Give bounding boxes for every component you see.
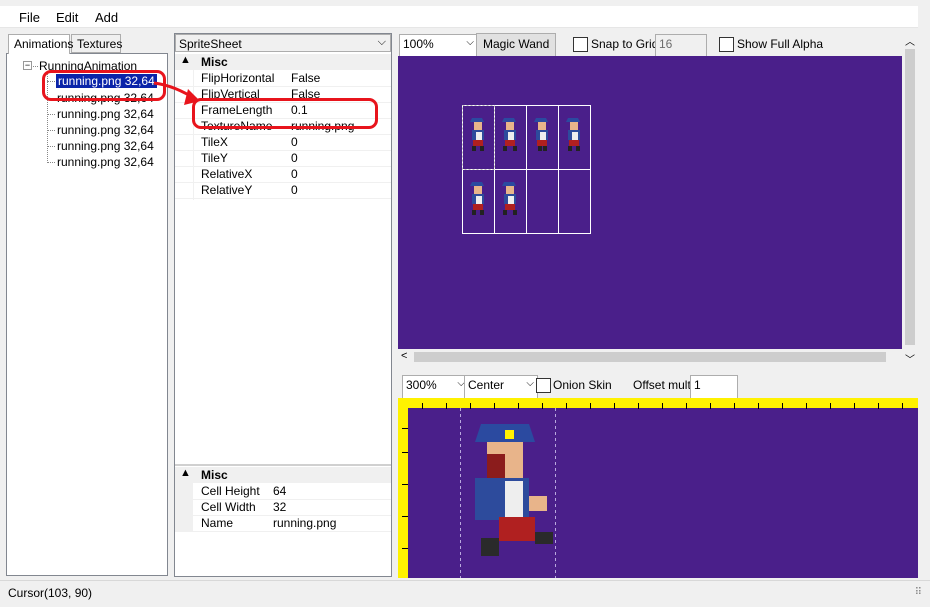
menu-bar: File Edit Add [0,6,918,28]
object-selector-value: SpriteSheet [179,37,242,51]
property-name: TileY [201,151,228,165]
property-value[interactable]: 0 [291,183,298,197]
cursor-position: Cursor(103, 90) [8,586,93,600]
resize-grip-icon[interactable]: ⠿ [915,587,922,598]
sprite-frames [470,118,580,215]
chevron-down-icon: ⌵ [377,36,386,48]
property-row[interactable]: TileX 0 [175,134,391,151]
horizontal-ruler [398,398,918,409]
zoom-value: 100% [403,37,434,51]
property-value[interactable]: False [291,71,320,85]
texture-canvas[interactable] [398,56,902,349]
horizontal-scrollbar[interactable]: < [398,349,902,365]
show-full-alpha-label: Show Full Alpha [737,37,824,51]
tree-item[interactable]: running.png 32,64 [57,139,154,153]
ruler-ticks [402,428,408,549]
chevron-down-icon: ⌵ [466,37,474,48]
vertical-scrollbar[interactable]: ︿ ﹀ [902,33,918,366]
snap-to-grid-label: Snap to Grid [591,37,659,51]
scroll-down-icon[interactable]: ﹀ [905,351,915,366]
property-name: FlipHorizontal [201,71,275,85]
sprite-frame [566,118,580,151]
property-value[interactable]: 0 [291,167,298,181]
property-value[interactable]: 0 [291,151,298,165]
sprite-frame [470,118,484,151]
annotation-highlight-framelength [192,98,378,129]
category-label: Misc [201,468,228,482]
animation-tree[interactable]: − RunningAnimation running.png 32,64 run… [6,53,168,576]
sprite-sheet-view [462,105,591,234]
tab-animations[interactable]: Animations [8,34,73,54]
collapse-icon[interactable]: ▲ [180,54,191,66]
sprite-frame [470,182,484,215]
property-name: RelativeY [201,183,253,197]
collapse-icon[interactable]: − [23,61,32,70]
offset-mult-value: 1 [694,378,701,392]
offset-mult-label: Offset mult: [633,378,695,392]
grid-size-value: 16 [659,37,673,51]
sprite-frame [534,118,548,151]
menu-edit[interactable]: Edit [56,10,78,25]
property-name: Name [201,516,234,530]
menu-add[interactable]: Add [95,10,118,25]
onion-skin-checkbox[interactable] [536,378,551,393]
object-selector[interactable]: SpriteSheet ⌵ [175,34,391,52]
sprite-frame [502,182,517,215]
scroll-thumb[interactable] [905,49,915,345]
property-name: Cell Width [201,500,256,514]
category-header[interactable]: ▲ Misc [175,467,391,483]
property-row[interactable]: TileY 0 [175,150,391,167]
property-row[interactable]: Name running.png [175,515,391,532]
status-bar: Cursor(103, 90) ⠿ [0,580,930,607]
property-name: Cell Height [201,484,260,498]
annotation-highlight-tree-item [42,70,166,101]
menu-file[interactable]: File [19,10,40,25]
property-row[interactable]: Cell Height 64 [175,483,391,500]
property-name: TileX [201,135,228,149]
tree-item[interactable]: running.png 32,64 [57,155,154,169]
property-value[interactable]: 0 [291,135,298,149]
scroll-up-icon[interactable]: ︿ [905,33,915,48]
collapse-icon[interactable]: ▲ [180,467,191,479]
property-value[interactable]: 64 [273,484,286,498]
property-value[interactable]: 32 [273,500,286,514]
preview-sprite-view [460,408,556,578]
scroll-left-icon[interactable]: < [401,350,407,362]
pane-splitter[interactable] [397,367,918,371]
vertical-ruler [398,398,408,578]
onion-skin-label: Onion Skin [553,378,612,392]
category-header[interactable]: ▲ Misc [175,54,391,70]
preview-toolbar: 300% ⌵ Center ⌵ Onion Skin Offset mult: … [397,372,918,401]
property-value[interactable]: running.png [273,516,336,530]
alignment-value: Center [468,378,505,392]
texture-toolbar: 100% ⌵ Magic Wand Snap to Grid 16 Show F… [397,31,919,63]
property-row[interactable]: Cell Width 32 [175,499,391,516]
property-row[interactable]: RelativeY 0 [175,182,391,199]
sprite-frame [502,118,517,151]
preview-zoom-value: 300% [406,378,437,392]
annotation-arrow [153,81,200,105]
tree-item[interactable]: running.png 32,64 [57,123,154,137]
scroll-thumb[interactable] [414,352,886,362]
tree-item[interactable]: running.png 32,64 [57,107,154,121]
show-full-alpha-checkbox[interactable] [719,37,734,52]
splitter[interactable] [175,464,391,466]
category-label: Misc [201,55,228,69]
property-row[interactable]: RelativeX 0 [175,166,391,183]
property-name: RelativeX [201,167,253,181]
property-list-bottom: ▲ Misc Cell Height 64 Cell Width 32 Name ru… [175,467,391,537]
tab-textures[interactable]: Textures [71,34,122,53]
pirate-sprite [475,424,553,556]
chevron-down-icon: ⌵ [526,378,534,389]
snap-to-grid-checkbox[interactable] [573,37,588,52]
